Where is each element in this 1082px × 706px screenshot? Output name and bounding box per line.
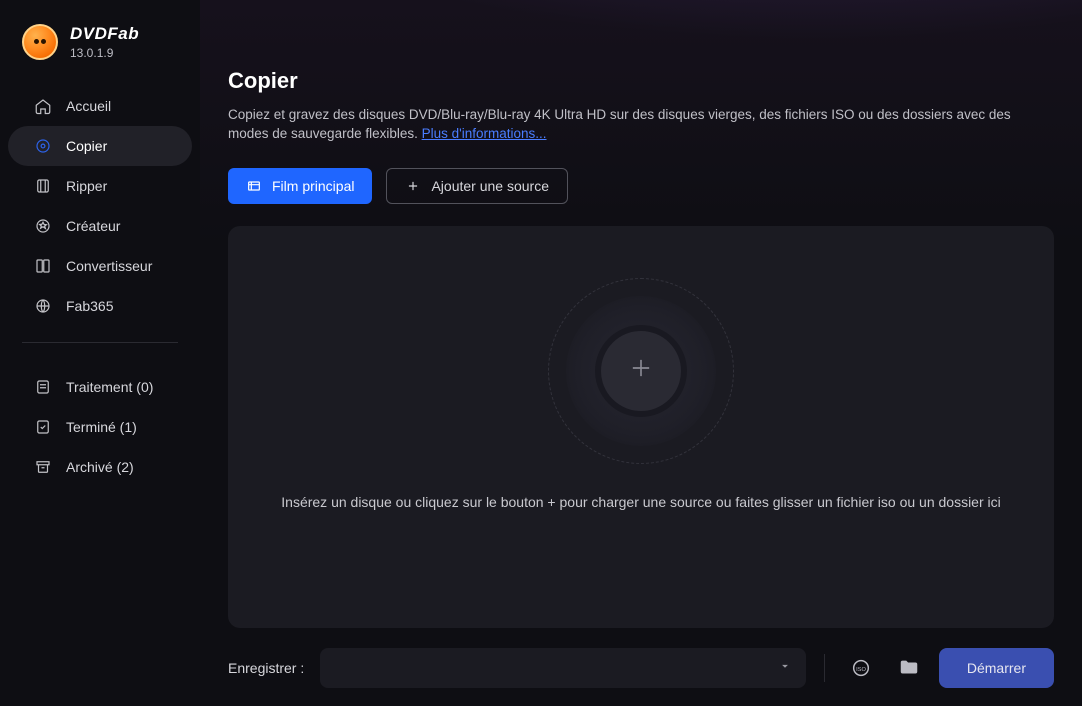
task-icon <box>34 378 52 396</box>
sidebar-item-label: Accueil <box>66 98 111 114</box>
brand-name: DVDFab <box>70 24 139 44</box>
drop-add-button[interactable] <box>595 325 687 417</box>
more-info-link[interactable]: Plus d'informations... <box>422 126 547 141</box>
footer-bar: Enregistrer : ISO Démarrer <box>228 648 1054 688</box>
drop-zone[interactable]: Insérez un disque ou cliquez sur le bout… <box>228 226 1054 628</box>
film-icon <box>246 178 262 194</box>
chevron-down-icon <box>778 659 792 678</box>
page-title: Copier <box>228 68 1054 94</box>
sidebar-item-copy[interactable]: Copier <box>8 126 192 166</box>
sidebar-item-label: Ripper <box>66 178 107 194</box>
page-header: Copier Copiez et gravez des disques DVD/… <box>228 0 1054 144</box>
start-button[interactable]: Démarrer <box>939 648 1054 688</box>
sidebar-item-finished[interactable]: Terminé (1) <box>8 407 192 447</box>
sidebar-item-label: Terminé (1) <box>66 419 137 435</box>
plus-icon <box>405 178 421 194</box>
sidebar-item-home[interactable]: Accueil <box>8 86 192 126</box>
check-icon <box>34 418 52 436</box>
sidebar-item-archived[interactable]: Archivé (2) <box>8 447 192 487</box>
add-source-button[interactable]: Ajouter une source <box>386 168 568 204</box>
main-content: Copier Copiez et gravez des disques DVD/… <box>200 0 1082 706</box>
sidebar-item-label: Convertisseur <box>66 258 152 274</box>
sidebar-item-label: Fab365 <box>66 298 113 314</box>
sidebar-item-creator[interactable]: Créateur <box>8 206 192 246</box>
disc-icon <box>34 137 52 155</box>
sidebar-item-processing[interactable]: Traitement (0) <box>8 367 192 407</box>
home-icon <box>34 97 52 115</box>
action-bar: Film principal Ajouter une source <box>228 168 1054 204</box>
button-label: Film principal <box>272 178 354 194</box>
save-destination-select[interactable] <box>320 648 806 688</box>
sidebar-item-label: Traitement (0) <box>66 379 153 395</box>
convert-icon <box>34 257 52 275</box>
save-to-label: Enregistrer : <box>228 660 304 676</box>
button-label: Ajouter une source <box>431 178 549 194</box>
sidebar-divider <box>22 342 178 343</box>
sidebar-item-fab365[interactable]: Fab365 <box>8 286 192 326</box>
sidebar-item-ripper[interactable]: Ripper <box>8 166 192 206</box>
plus-icon <box>627 354 655 387</box>
globe-icon <box>34 297 52 315</box>
drop-ring <box>566 296 716 446</box>
divider <box>824 654 825 682</box>
primary-nav: Accueil Copier Ripper Créateur <box>0 86 200 326</box>
sidebar-item-convert[interactable]: Convertisseur <box>8 246 192 286</box>
iso-button[interactable]: ISO <box>843 650 879 686</box>
star-icon <box>34 217 52 235</box>
sidebar-item-label: Archivé (2) <box>66 459 134 475</box>
drop-hint-text: Insérez un disque ou cliquez sur le bout… <box>251 494 1030 558</box>
sidebar: DVDFab 13.0.1.9 Accueil Copier <box>0 0 200 706</box>
branding: DVDFab 13.0.1.9 <box>0 20 200 78</box>
archive-icon <box>34 458 52 476</box>
folder-button[interactable] <box>891 650 927 686</box>
sidebar-item-label: Copier <box>66 138 107 154</box>
brand-version: 13.0.1.9 <box>70 46 139 60</box>
svg-text:ISO: ISO <box>856 667 866 673</box>
page-description: Copiez et gravez des disques DVD/Blu-ray… <box>228 106 1048 144</box>
main-movie-button[interactable]: Film principal <box>228 168 372 204</box>
cut-icon <box>34 177 52 195</box>
app-logo <box>22 24 58 60</box>
secondary-nav: Traitement (0) Terminé (1) Archivé (2) <box>0 367 200 487</box>
sidebar-item-label: Créateur <box>66 218 120 234</box>
